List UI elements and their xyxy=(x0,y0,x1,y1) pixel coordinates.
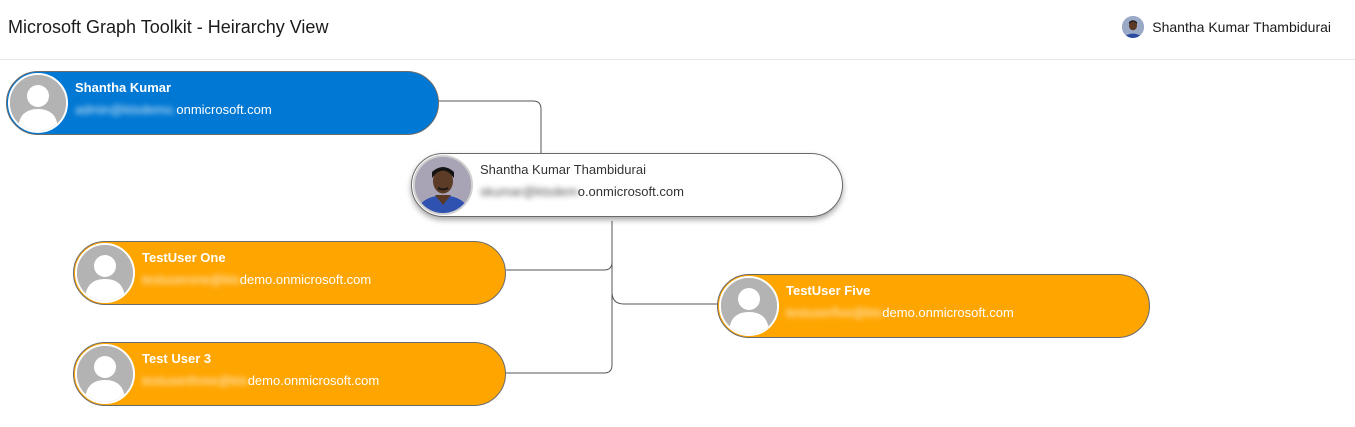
report-connector-three xyxy=(506,262,613,374)
person-name: Shantha Kumar xyxy=(75,80,172,95)
manager-connector xyxy=(438,100,542,154)
email-domain: demo.onmicrosoft.com xyxy=(247,373,380,388)
direct-report-card[interactable]: TestUser One testuserone@ktsdemo.onmicro… xyxy=(73,241,506,305)
person-silhouette-icon xyxy=(719,276,779,336)
person-silhouette-icon xyxy=(75,243,135,303)
person-email: admin@ktsdemo.onmicrosoft.com xyxy=(75,101,272,119)
email-domain: demo.onmicrosoft.com xyxy=(882,305,1014,320)
direct-report-card[interactable]: Test User 3 testuserthree@ktsdemo.onmicr… xyxy=(73,342,506,406)
current-user-person-card[interactable]: Shantha Kumar Thambidurai skumar@ktsdemo… xyxy=(411,153,843,217)
user-photo-icon xyxy=(1122,16,1145,38)
email-redacted: testuserfive@kts xyxy=(786,305,883,320)
page-title: Microsoft Graph Toolkit - Heirarchy View xyxy=(8,17,329,37)
person-silhouette-icon xyxy=(75,344,135,404)
user-photo-icon xyxy=(413,155,473,215)
email-redacted: admin@ktsdemo. xyxy=(75,102,177,117)
email-redacted: skumar@ktsdem xyxy=(480,184,578,199)
email-domain: demo.onmicrosoft.com xyxy=(239,272,372,287)
person-name: Shantha Kumar Thambidurai xyxy=(480,162,646,177)
email-redacted: testuserone@kts xyxy=(142,272,240,287)
person-name: TestUser Five xyxy=(786,283,871,298)
person-name: TestUser One xyxy=(142,250,226,265)
person-silhouette-icon xyxy=(8,73,68,133)
email-redacted: testuserthree@kts xyxy=(142,373,248,388)
person-email: testuserfive@ktsdemo.onmicrosoft.com xyxy=(786,304,1014,322)
direct-report-card[interactable]: TestUser Five testuserfive@ktsdemo.onmic… xyxy=(717,274,1150,338)
report-connector-five xyxy=(611,291,718,305)
email-domain: onmicrosoft.com xyxy=(176,102,272,117)
person-email: testuserthree@ktsdemo.onmicrosoft.com xyxy=(142,372,379,390)
app-header: Microsoft Graph Toolkit - Heirarchy View… xyxy=(0,0,1355,60)
person-email: skumar@ktsdemo.onmicrosoft.com xyxy=(480,183,684,201)
manager-person-card[interactable]: Shantha Kumar admin@ktsdemo.onmicrosoft.… xyxy=(6,71,439,135)
person-email: testuserone@ktsdemo.onmicrosoft.com xyxy=(142,271,371,289)
signed-in-user[interactable]: Shantha Kumar Thambidurai xyxy=(1122,16,1331,38)
email-domain: o.onmicrosoft.com xyxy=(577,184,684,199)
person-name: Test User 3 xyxy=(142,351,212,366)
report-connector-one xyxy=(506,221,613,271)
signed-in-user-name: Shantha Kumar Thambidurai xyxy=(1152,19,1331,35)
